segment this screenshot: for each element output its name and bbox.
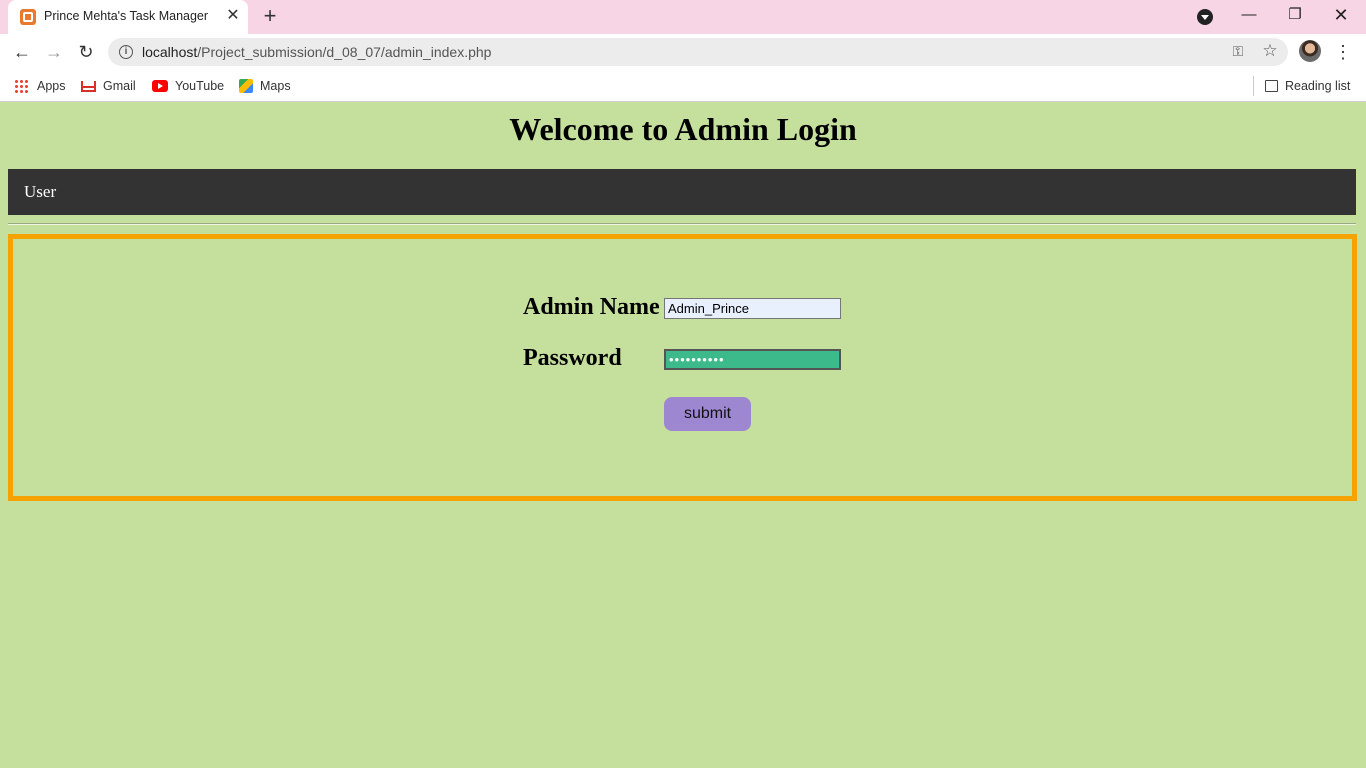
reload-icon[interactable]: ↻ [73, 39, 99, 65]
info-icon[interactable]: i [119, 45, 133, 59]
admin-name-input[interactable] [664, 298, 841, 319]
nav-link-user[interactable]: User [24, 182, 56, 202]
divider [8, 223, 1356, 225]
browser-tab[interactable]: Prince Mehta's Task Manager ✕ [8, 0, 248, 34]
bookmarks-divider [1253, 76, 1254, 96]
bookmark-apps[interactable]: Apps [14, 77, 66, 95]
bookmark-youtube[interactable]: YouTube [152, 77, 224, 95]
password-input[interactable] [664, 349, 841, 370]
browser-toolbar: ← → ↻ i localhost/Project_submission/d_0… [0, 34, 1366, 70]
bookmarks-bar: Apps Gmail YouTube Maps Reading list [0, 70, 1366, 102]
bookmark-label: Apps [37, 79, 66, 93]
password-label: Password [523, 345, 622, 371]
restore-button[interactable]: ❐ [1272, 0, 1318, 32]
bookmark-gmail[interactable]: Gmail [81, 77, 136, 95]
more-vert-icon[interactable]: ⋮ [1334, 39, 1352, 65]
bookmark-label: Gmail [103, 79, 136, 93]
minimize-button[interactable]: — [1226, 0, 1272, 32]
maps-icon [239, 79, 253, 93]
window-close-button[interactable]: ✕ [1318, 0, 1364, 32]
login-form-box: Admin Name Password submit [8, 234, 1357, 501]
avatar[interactable] [1299, 40, 1321, 62]
browser-titlebar: Prince Mehta's Task Manager ✕ + — ❐ ✕ [0, 0, 1366, 34]
tab-search-icon[interactable] [1197, 9, 1213, 25]
youtube-icon [152, 80, 168, 92]
plus-icon[interactable]: + [258, 5, 282, 29]
url-host: localhost [142, 44, 198, 60]
close-icon[interactable]: ✕ [223, 6, 243, 26]
address-bar[interactable]: i localhost/Project_submission/d_08_07/a… [108, 38, 1288, 66]
reading-list-icon [1265, 80, 1278, 92]
admin-name-label: Admin Name [523, 294, 660, 320]
apps-grid-icon [14, 79, 30, 93]
key-icon[interactable]: ⚿ [1228, 43, 1248, 61]
reading-list-label: Reading list [1285, 79, 1351, 93]
bookmark-label: Maps [260, 79, 291, 93]
top-navbar: User [8, 169, 1356, 215]
reading-list-button[interactable]: Reading list [1265, 77, 1350, 95]
tab-title: Prince Mehta's Task Manager [44, 9, 209, 23]
page-body: Welcome to Admin Login User Admin Name P… [0, 103, 1366, 768]
submit-button[interactable]: submit [664, 397, 751, 431]
arrow-right-icon[interactable]: → [41, 39, 67, 65]
xampp-icon [20, 9, 36, 25]
star-icon[interactable]: ☆ [1260, 41, 1280, 61]
url-text[interactable]: localhost/Project_submission/d_08_07/adm… [142, 44, 491, 60]
bookmark-label: YouTube [175, 79, 225, 93]
arrow-left-icon[interactable]: ← [9, 39, 35, 65]
page-title: Welcome to Admin Login [509, 111, 857, 147]
url-path: /Project_submission/d_08_07/admin_index.… [197, 44, 492, 60]
gmail-icon [81, 80, 96, 92]
bookmark-maps[interactable]: Maps [239, 77, 291, 95]
